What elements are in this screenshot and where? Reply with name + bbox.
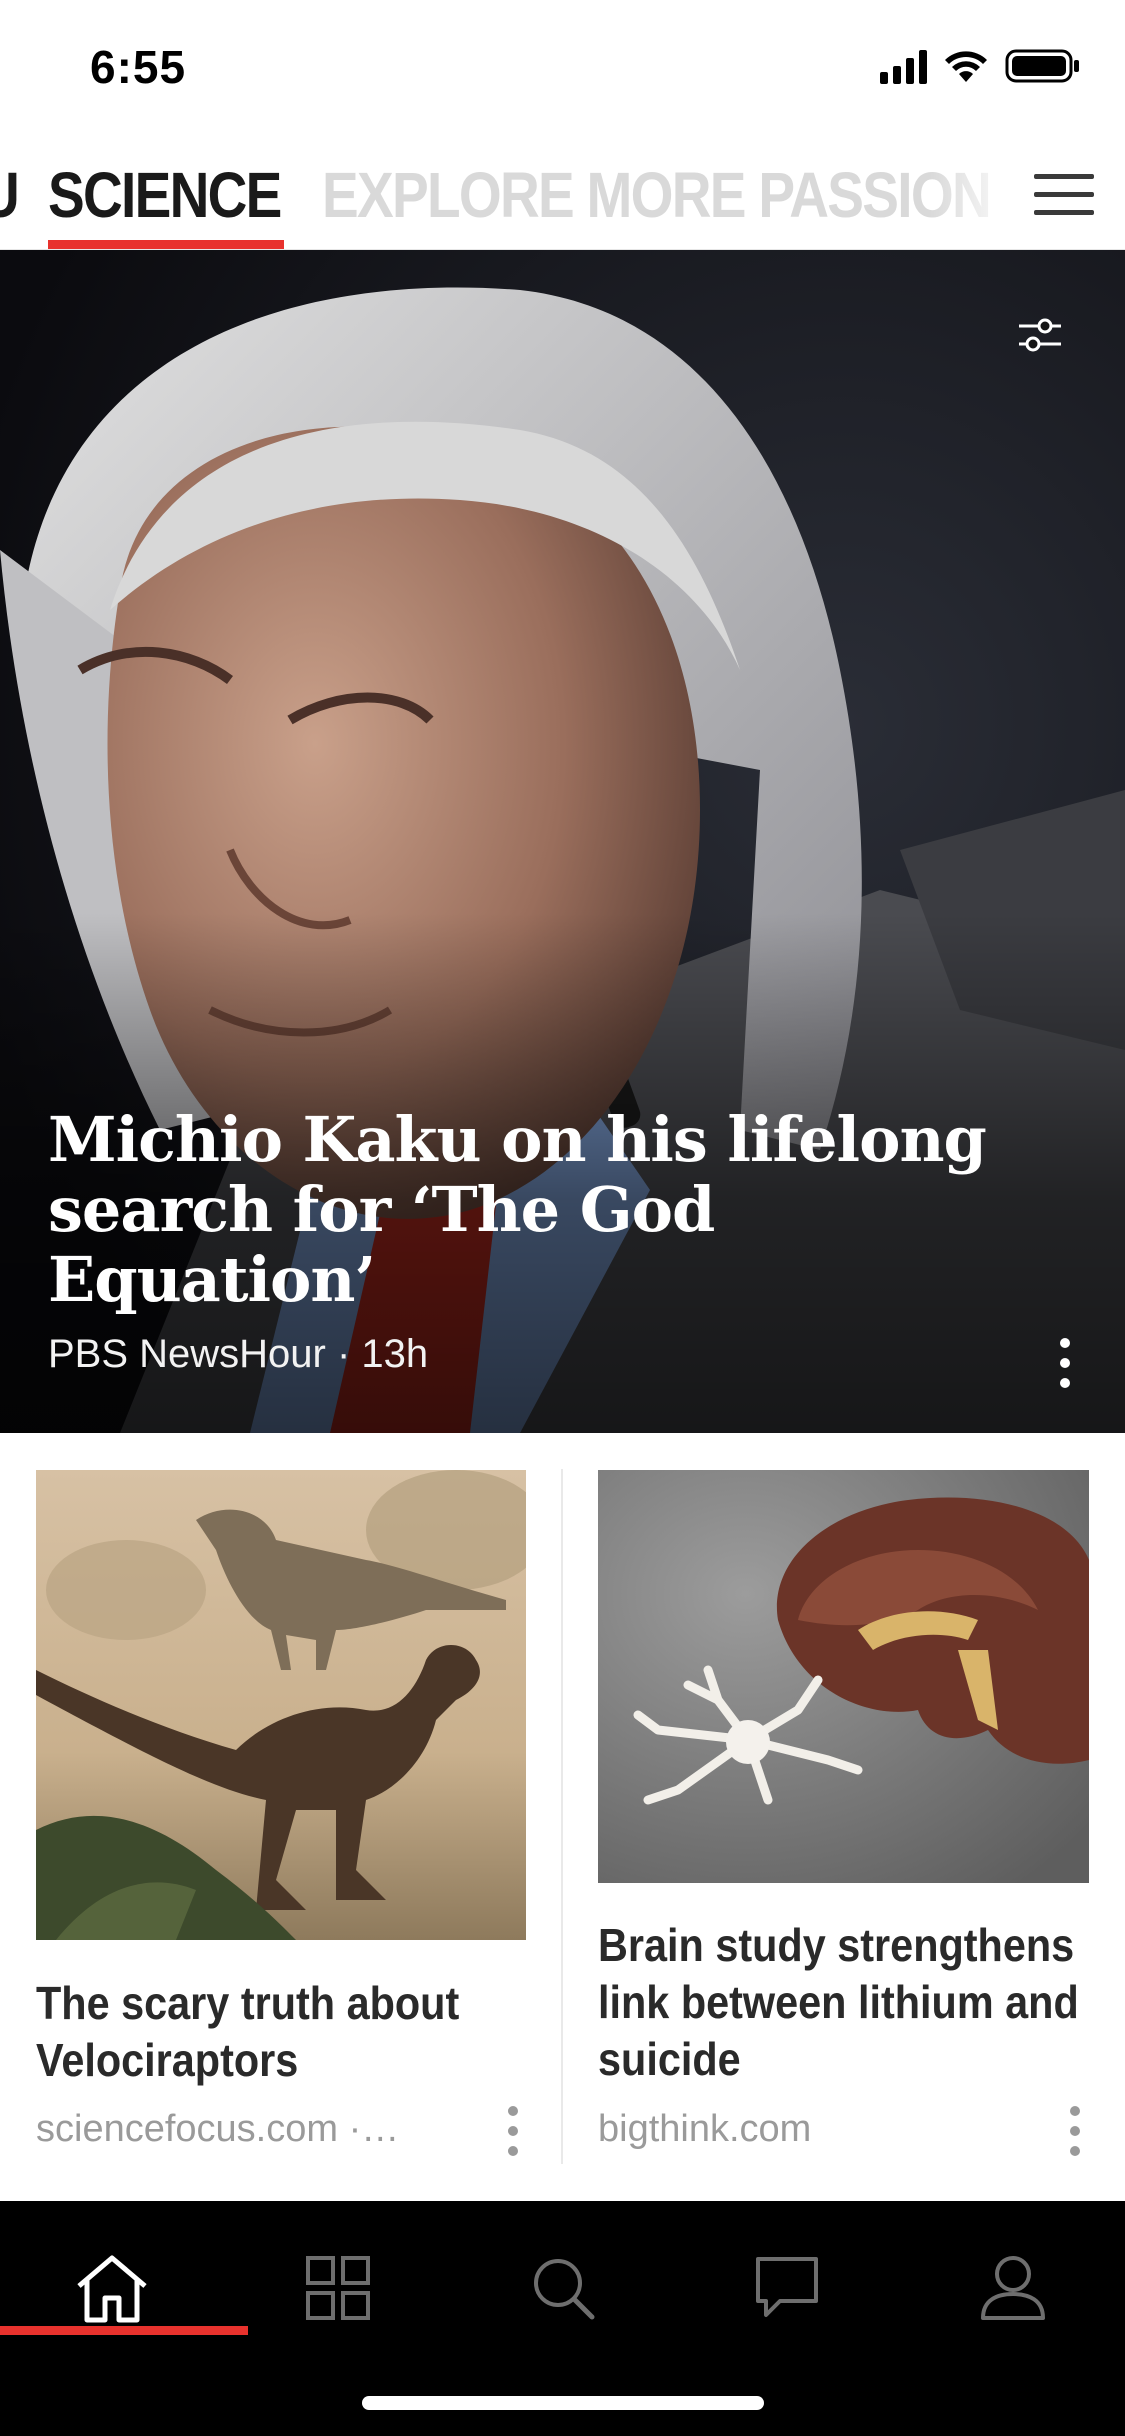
vertical-dots-icon[interactable] bbox=[1060, 2103, 1090, 2159]
nav-search[interactable] bbox=[503, 2233, 623, 2343]
velociraptor-image[interactable] bbox=[36, 1470, 526, 1940]
selected-nav-indicator bbox=[0, 2326, 248, 2335]
card-divider bbox=[561, 1469, 563, 2164]
card-title[interactable]: Brain study strengthens link between lit… bbox=[598, 1917, 1084, 2088]
card-source: sciencefocus.com ·… bbox=[36, 2108, 400, 2150]
grid-icon bbox=[306, 2256, 370, 2320]
nav-explore[interactable] bbox=[278, 2233, 398, 2343]
brain-model-image[interactable] bbox=[598, 1470, 1089, 1883]
status-bar: 6:55 bbox=[0, 0, 1125, 140]
wifi-icon bbox=[945, 51, 987, 82]
nav-messages[interactable] bbox=[727, 2233, 847, 2343]
hamburger-menu-icon bbox=[1034, 174, 1094, 215]
article-cards: The scary truth about Velociraptors scie… bbox=[0, 1433, 1125, 2201]
status-icons bbox=[880, 48, 1081, 84]
top-navigation: U SCIENCE EXPLORE MORE PASSION bbox=[0, 140, 1125, 250]
selected-tab-indicator bbox=[48, 240, 284, 249]
vertical-dots-icon[interactable] bbox=[498, 2103, 528, 2159]
battery-icon bbox=[1005, 49, 1079, 83]
nav-profile[interactable] bbox=[953, 2233, 1073, 2343]
hero-source-meta: PBS NewsHour · 13h bbox=[48, 1332, 429, 1376]
menu-button[interactable] bbox=[1005, 140, 1125, 249]
status-time: 6:55 bbox=[90, 41, 187, 93]
home-icon bbox=[77, 2255, 147, 2323]
hero-title[interactable]: Michio Kaku on his lifelong search for ‘… bbox=[48, 1105, 1008, 1315]
hero-article[interactable]: Michio Kaku on his lifelong search for ‘… bbox=[0, 250, 1125, 1433]
vertical-dots-icon[interactable] bbox=[1050, 1335, 1080, 1391]
tab-science[interactable]: SCIENCE bbox=[48, 140, 282, 249]
chat-bubble-icon bbox=[756, 2257, 818, 2317]
sliders-icon[interactable] bbox=[1015, 310, 1065, 360]
search-icon bbox=[534, 2259, 595, 2320]
tab-explore-more-passions[interactable]: EXPLORE MORE PASSION bbox=[322, 140, 992, 249]
card-source: bigthink.com bbox=[598, 2108, 812, 2150]
card-title[interactable]: The scary truth about Velociraptors bbox=[36, 1975, 522, 2089]
tab-previous[interactable]: U bbox=[0, 140, 20, 249]
cellular-signal-icon bbox=[880, 48, 927, 84]
profile-icon bbox=[981, 2256, 1045, 2320]
home-indicator[interactable] bbox=[362, 2396, 764, 2410]
